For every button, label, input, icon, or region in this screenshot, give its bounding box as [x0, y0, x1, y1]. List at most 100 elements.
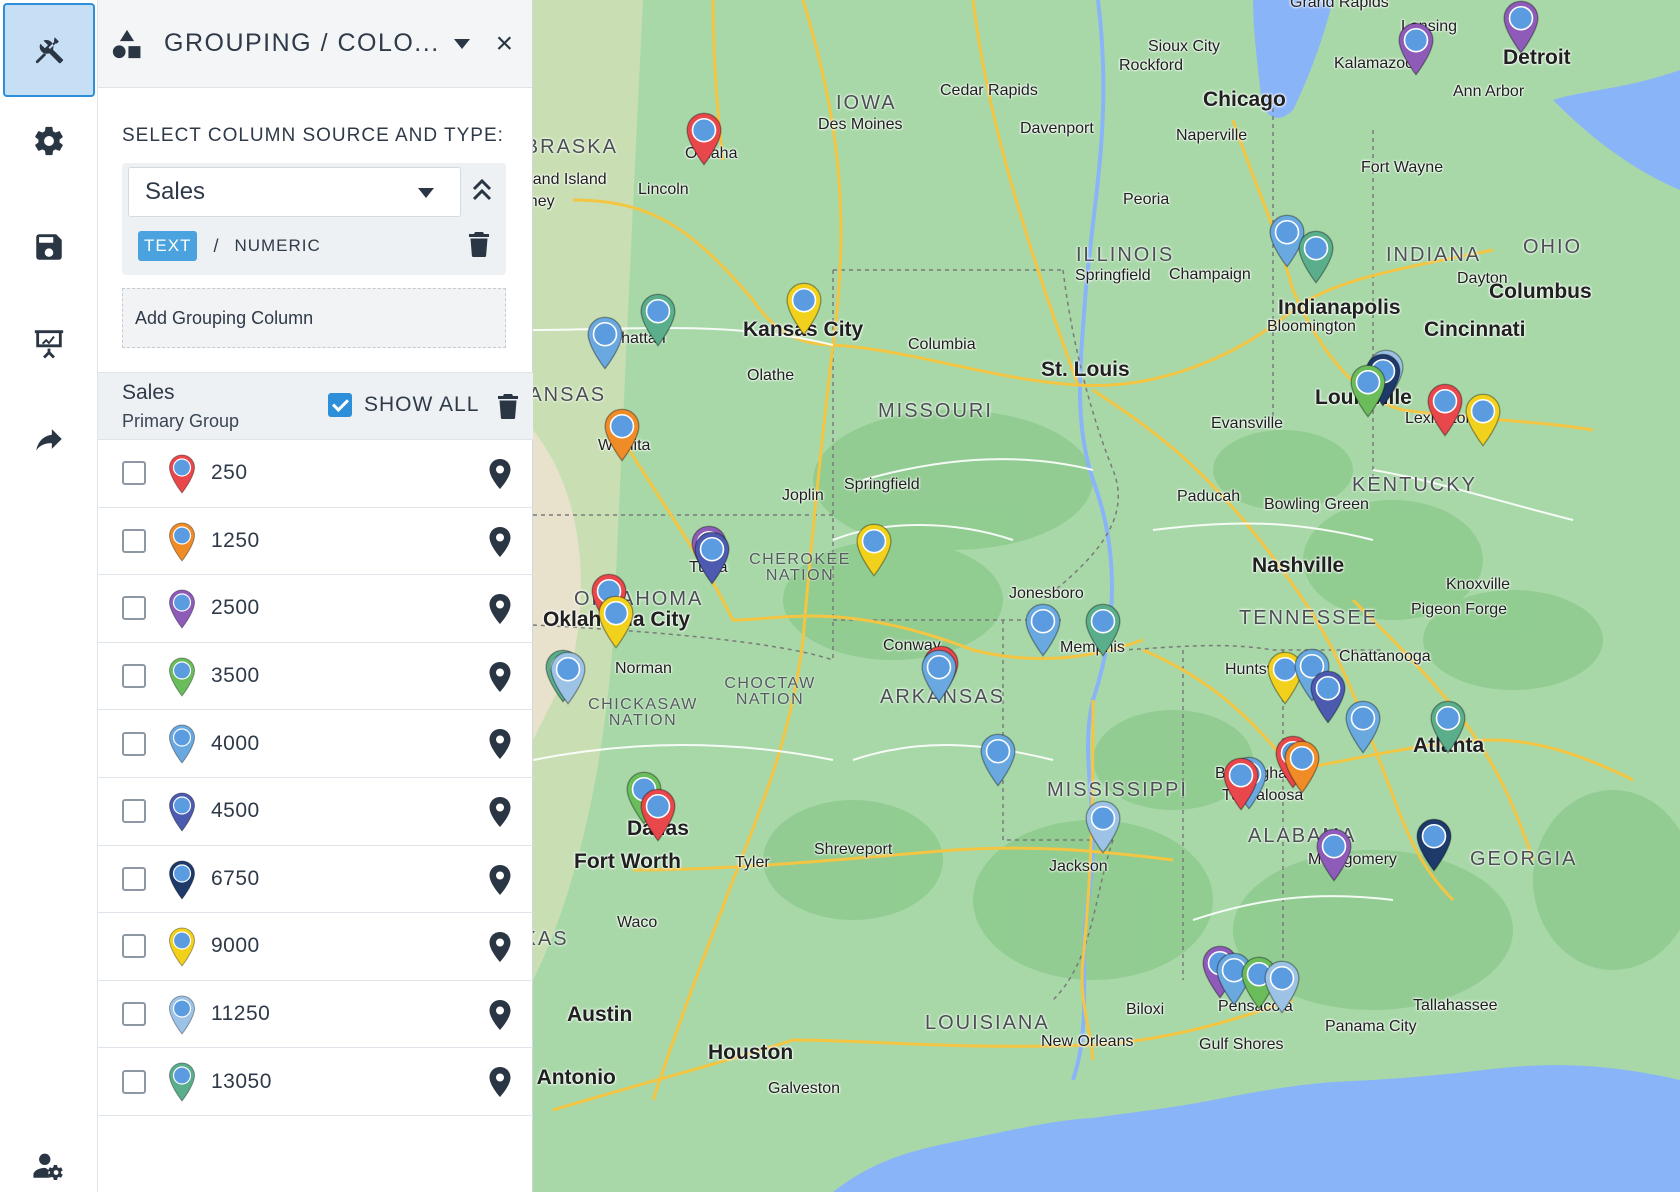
icon-rail	[0, 0, 98, 1192]
map-marker[interactable]	[1222, 757, 1260, 811]
map-marker[interactable]	[920, 649, 958, 703]
row-checkbox[interactable]	[122, 664, 146, 689]
share-button[interactable]	[3, 392, 95, 486]
locate-pin-button[interactable]	[489, 864, 511, 895]
type-separator: /	[213, 235, 219, 256]
show-all-checkbox[interactable]	[328, 393, 352, 417]
add-grouping-column-button[interactable]: Add Grouping Column	[122, 288, 506, 348]
city-label: Galveston	[768, 1080, 841, 1097]
map-view[interactable]: Sioux CityOmahaLincolnGrand IslandKearne…	[533, 0, 1680, 1192]
row-checkbox[interactable]	[122, 934, 146, 959]
map-marker[interactable]	[785, 282, 823, 336]
map-marker[interactable]	[1464, 393, 1502, 447]
map-marker[interactable]	[1415, 818, 1453, 872]
column-source-select[interactable]: Sales	[128, 167, 461, 217]
type-text-option[interactable]: TEXT	[138, 231, 198, 261]
shapes-icon	[110, 27, 144, 61]
row-checkbox[interactable]	[122, 596, 146, 621]
state-label: KENTUCKY	[1352, 474, 1477, 496]
chevron-down-icon[interactable]	[453, 38, 470, 49]
group-value-row: 1250	[98, 508, 533, 576]
locate-pin-button[interactable]	[489, 661, 511, 692]
presentation-button[interactable]	[3, 296, 95, 390]
map-marker[interactable]	[1502, 0, 1540, 54]
map-marker[interactable]	[685, 112, 723, 166]
city-label: Columbus	[1489, 280, 1592, 303]
city-label: Springfield	[844, 476, 920, 493]
city-label: Gulf Shores	[1199, 1036, 1284, 1053]
locate-pin-button[interactable]	[489, 459, 511, 489]
tools-button[interactable]	[3, 3, 95, 97]
map-pin-icon	[489, 796, 511, 827]
map-marker[interactable]	[1263, 960, 1301, 1014]
map-marker[interactable]	[639, 293, 677, 347]
map-marker[interactable]	[693, 531, 731, 585]
save-icon	[36, 234, 62, 260]
close-icon[interactable]: ×	[496, 28, 514, 59]
map-marker[interactable]	[586, 316, 624, 370]
type-numeric-option[interactable]: NUMERIC	[234, 236, 320, 256]
state-label: MISSOURI	[878, 400, 993, 422]
map-pin-icon	[489, 1067, 511, 1098]
settings-button[interactable]	[3, 94, 95, 188]
locate-pin-button[interactable]	[489, 1067, 511, 1098]
group-value-row: 4000	[98, 710, 533, 778]
city-label: Panama City	[1325, 1018, 1417, 1035]
map-marker[interactable]	[1309, 670, 1347, 724]
remove-column-button[interactable]	[468, 231, 490, 262]
map-marker[interactable]	[1315, 828, 1353, 882]
map-marker[interactable]	[639, 788, 677, 842]
locate-pin-button[interactable]	[489, 796, 511, 827]
row-checkbox[interactable]	[122, 461, 146, 486]
city-label: Norman	[615, 660, 672, 677]
group-value-label: 4000	[211, 731, 260, 755]
save-button[interactable]	[3, 200, 95, 294]
map-marker[interactable]	[1349, 364, 1387, 418]
color-pin-icon	[168, 724, 196, 765]
city-label: Tyler	[735, 854, 770, 871]
locate-pin-button[interactable]	[489, 999, 511, 1030]
locate-pin-button[interactable]	[489, 932, 511, 963]
row-checkbox[interactable]	[122, 528, 146, 553]
map-marker[interactable]	[1397, 22, 1435, 76]
trash-icon	[498, 394, 518, 419]
state-label: IOWA	[836, 92, 897, 114]
map-pin-icon	[489, 661, 511, 692]
state-label: TENNESSEE	[1239, 607, 1379, 629]
map-marker[interactable]	[1429, 700, 1467, 754]
city-label: Fort Wayne	[1361, 159, 1444, 176]
row-checkbox[interactable]	[122, 799, 146, 824]
row-checkbox[interactable]	[122, 731, 146, 756]
locate-pin-button[interactable]	[489, 594, 511, 625]
presentation-icon	[34, 330, 64, 359]
row-checkbox[interactable]	[122, 1069, 146, 1094]
state-label: LOUISIANA	[925, 1012, 1050, 1034]
map-marker[interactable]	[597, 595, 635, 649]
city-label: Paducah	[1177, 488, 1241, 505]
map-pin-icon	[489, 729, 511, 760]
map-marker[interactable]	[1024, 603, 1062, 657]
city-label: Jonesboro	[1009, 585, 1084, 602]
city-label: Peoria	[1123, 191, 1170, 208]
map-marker[interactable]	[1283, 740, 1321, 794]
locate-pin-button[interactable]	[489, 729, 511, 760]
locate-pin-button[interactable]	[489, 526, 511, 557]
map-marker[interactable]	[1426, 383, 1464, 437]
city-label: Tallahassee	[1413, 997, 1498, 1014]
row-checkbox[interactable]	[122, 1002, 146, 1027]
map-marker[interactable]	[855, 523, 893, 577]
map-marker[interactable]	[1344, 700, 1382, 754]
map-marker[interactable]	[603, 408, 641, 462]
map-marker[interactable]	[1297, 230, 1335, 284]
map-marker[interactable]	[979, 733, 1017, 787]
state-label: OHIO	[1523, 236, 1583, 258]
delete-group-button[interactable]	[497, 393, 519, 424]
map-marker[interactable]	[1084, 603, 1122, 657]
collapse-button[interactable]	[470, 175, 494, 205]
show-all-toggle[interactable]: SHOW ALL	[328, 393, 479, 417]
city-label: Austin	[567, 1003, 633, 1026]
map-marker[interactable]	[1084, 800, 1122, 854]
map-marker[interactable]	[549, 651, 587, 705]
row-checkbox[interactable]	[122, 866, 146, 891]
user-settings-button[interactable]	[3, 1118, 95, 1192]
